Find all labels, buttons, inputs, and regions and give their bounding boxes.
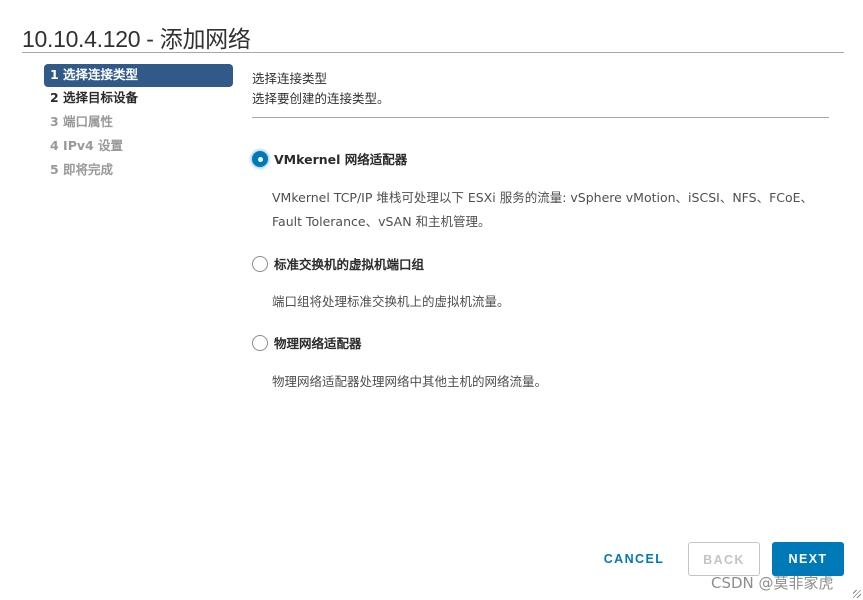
radio-vm-port-group[interactable]	[252, 256, 268, 272]
option-label[interactable]: 物理网络适配器	[274, 333, 362, 352]
title-divider	[22, 52, 844, 53]
step-select-connection-type[interactable]: 1 选择连接类型	[44, 64, 233, 87]
step-content: 选择连接类型 选择要创建的连接类型。	[252, 64, 829, 118]
option-label[interactable]: 标准交换机的虚拟机端口组	[274, 254, 424, 273]
next-button[interactable]: NEXT	[772, 542, 844, 576]
section-title: 选择连接类型	[252, 71, 328, 86]
section-description: 选择要创建的连接类型。	[252, 91, 390, 106]
section-divider	[252, 117, 829, 118]
wizard-steps-nav: 1 选择连接类型 2 选择目标设备 3 端口属性 4 IPv4 设置 5 即将完…	[44, 64, 233, 183]
dialog-title: 10.10.4.120 - 添加网络	[22, 26, 251, 52]
option-description: 端口组将处理标准交换机上的虚拟机流量。	[272, 294, 510, 309]
cancel-button[interactable]: CANCEL	[594, 542, 674, 576]
step-select-target-device[interactable]: 2 选择目标设备	[44, 87, 233, 111]
step-ipv4-settings: 4 IPv4 设置	[50, 138, 124, 153]
resize-handle-icon[interactable]	[853, 590, 861, 598]
option-description: VMkernel TCP/IP 堆栈可处理以下 ESXi 服务的流量: vSph…	[272, 190, 814, 229]
radio-physical-adapter[interactable]	[252, 335, 268, 351]
option-description: 物理网络适配器处理网络中其他主机的网络流量。	[272, 374, 548, 389]
radio-vmkernel-adapter[interactable]	[252, 151, 268, 167]
back-button: BACK	[688, 542, 760, 576]
option-label[interactable]: VMkernel 网络适配器	[274, 149, 407, 168]
step-ready-to-complete: 5 即将完成	[50, 162, 114, 177]
step-port-properties: 3 端口属性	[50, 114, 114, 129]
